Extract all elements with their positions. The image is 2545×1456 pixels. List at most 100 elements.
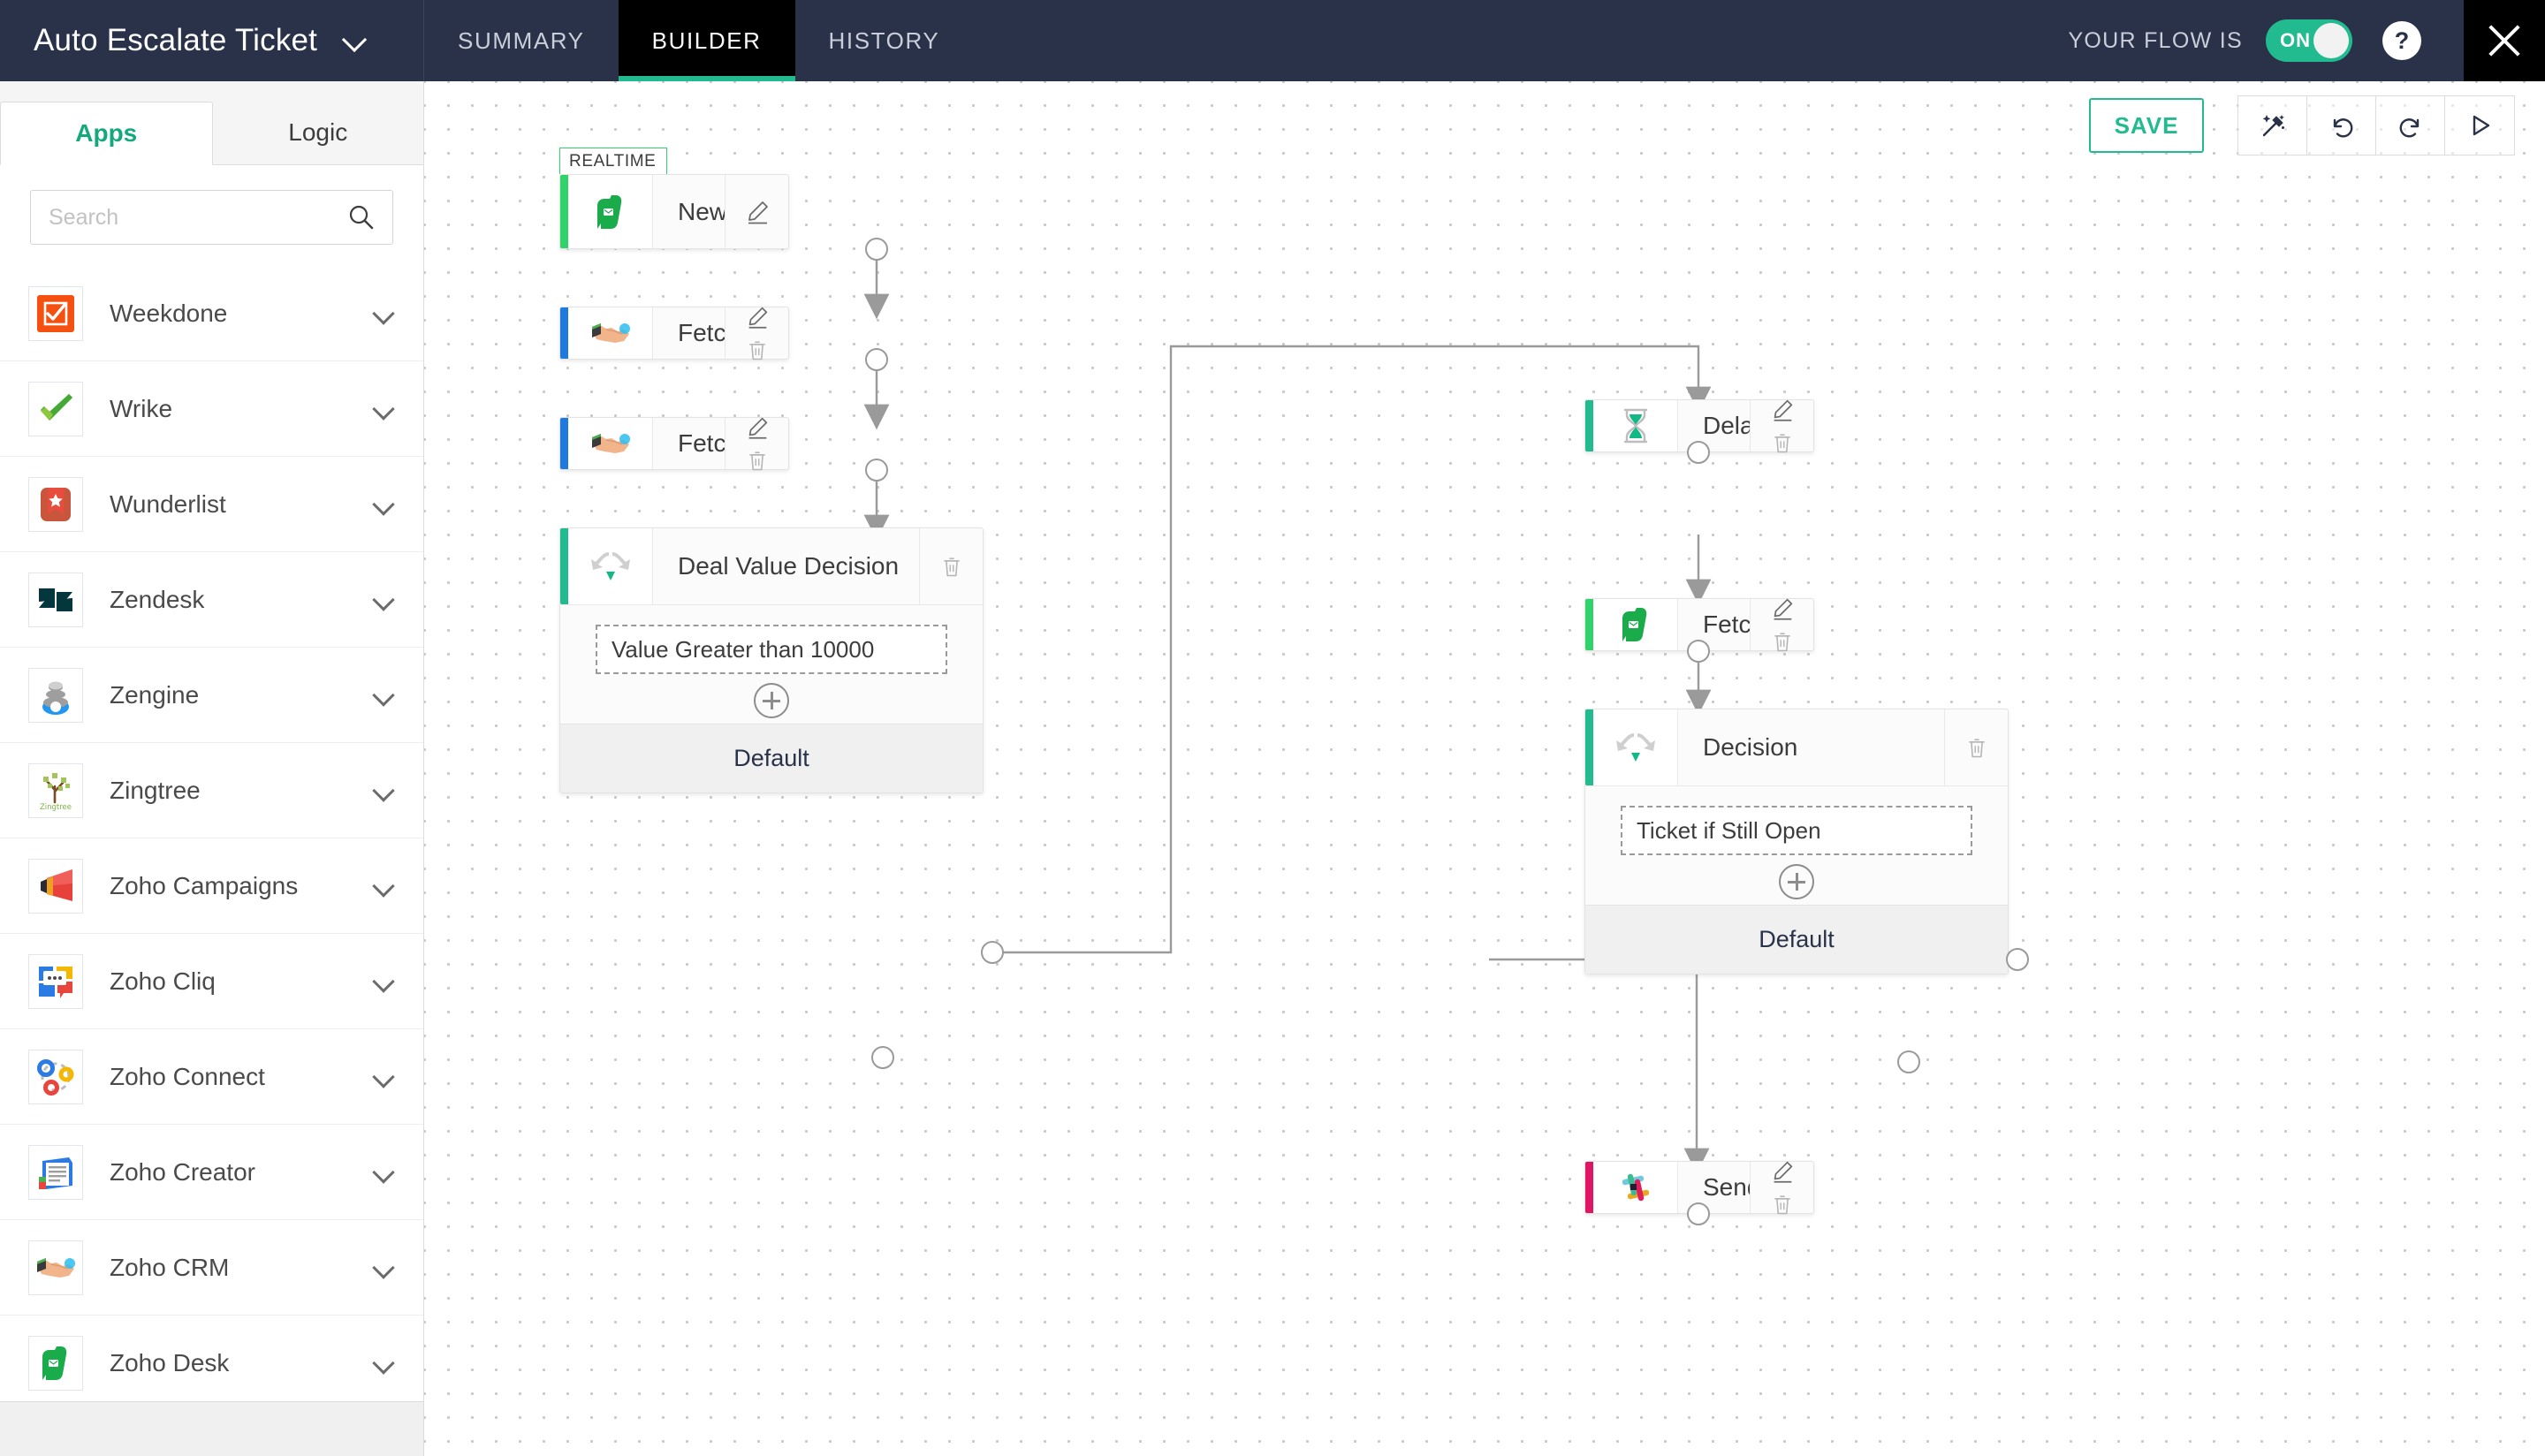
edit-icon[interactable] (1762, 595, 1803, 622)
tab-builder[interactable]: BUILDER (618, 0, 795, 81)
decision-default-branch[interactable]: Default (1585, 905, 2008, 974)
node-actions (725, 304, 788, 362)
delete-icon[interactable] (737, 448, 778, 473)
sidebar-item-wunderlist[interactable]: Wunderlist (0, 457, 423, 552)
flow-canvas[interactable]: SAVE REALTIME New Fetc Fetc Deal Value D… (424, 81, 2545, 1456)
delete-icon[interactable] (737, 337, 778, 362)
decision-default-branch[interactable]: Default (560, 724, 983, 792)
save-button[interactable]: SAVE (2089, 98, 2204, 153)
chevron-down-icon[interactable] (344, 29, 367, 52)
sidebar-item-label: Zoho Desk (110, 1348, 230, 1376)
delete-icon[interactable] (1956, 728, 1997, 767)
test-run-icon[interactable] (2445, 96, 2514, 155)
zoho-cliq-icon (28, 953, 83, 1009)
delete-icon[interactable] (1762, 430, 1803, 455)
sidebar-item-label: Zoho Campaigns (110, 871, 299, 899)
redo-icon[interactable] (2376, 96, 2445, 155)
sidebar-item-zoho-campaigns[interactable]: Zoho Campaigns (0, 838, 423, 934)
edit-icon[interactable] (737, 193, 778, 231)
flow-on-off-toggle[interactable]: ON (2266, 19, 2352, 62)
chevron-down-icon[interactable] (374, 972, 393, 991)
tab-summary[interactable]: SUMMARY (424, 0, 619, 81)
node-accent-bar (1585, 1162, 1593, 1213)
sidebar-tab-apps[interactable]: Apps (0, 102, 213, 165)
hourglass-icon (1593, 400, 1678, 451)
flow-title-container[interactable]: Auto Escalate Ticket (0, 0, 424, 81)
node-output-port[interactable] (1687, 640, 1710, 663)
edit-icon[interactable] (737, 304, 778, 330)
chevron-down-icon[interactable] (374, 1067, 393, 1087)
node-accent-bar (560, 175, 568, 248)
magic-wand-icon[interactable] (2238, 96, 2307, 155)
flow-node-fetch-deal[interactable]: Fetch Deal from CRM (559, 417, 789, 471)
node-actions (1750, 598, 1813, 652)
zoho-creator-icon (28, 1144, 83, 1200)
delete-icon[interactable] (931, 547, 972, 586)
edit-icon[interactable] (1762, 397, 1803, 423)
node-actions (725, 417, 788, 471)
add-condition-button[interactable] (754, 683, 789, 718)
sidebar-item-zoho-desk[interactable]: Zoho Desk (0, 1316, 423, 1411)
search-input[interactable] (49, 204, 348, 231)
condition-chip[interactable]: Ticket if Still Open (1621, 806, 1972, 855)
sidebar-item-label: Zoho Creator (110, 1157, 255, 1186)
search-icon[interactable] (348, 204, 375, 231)
flow-node-ticket-decision[interactable]: Decision Ticket if Still Open Default (1584, 709, 2009, 974)
toggle-state-label: ON (2280, 29, 2311, 51)
add-condition-button[interactable] (1779, 864, 1814, 899)
condition-output-port[interactable] (2006, 948, 2029, 971)
zoho-crm-icon (568, 418, 653, 469)
chevron-down-icon[interactable] (374, 1258, 393, 1278)
canvas-tool-group (2237, 95, 2515, 155)
node-output-port[interactable] (865, 459, 888, 482)
undo-icon[interactable] (2307, 96, 2376, 155)
sidebar-item-weekdone[interactable]: Weekdone (0, 266, 423, 361)
sidebar-item-zoho-creator[interactable]: Zoho Creator (0, 1125, 423, 1220)
flow-node-deal-value-decision[interactable]: Deal Value Decision Value Greater than 1… (559, 527, 984, 793)
default-output-port[interactable] (1897, 1050, 1920, 1073)
top-bar: Auto Escalate Ticket SUMMARY BUILDER HIS… (0, 0, 2545, 81)
search-box[interactable] (30, 190, 393, 245)
default-output-port[interactable] (871, 1046, 894, 1069)
sidebar-item-zingtree[interactable]: Zingtree Zingtree (0, 743, 423, 838)
delete-icon[interactable] (1762, 1192, 1803, 1217)
condition-output-port[interactable] (981, 941, 1004, 964)
chevron-down-icon[interactable] (374, 781, 393, 800)
sidebar-tab-logic[interactable]: Logic (213, 101, 424, 164)
sidebar-item-zoho-cliq[interactable]: Zoho Cliq (0, 934, 423, 1029)
flow-node-fetch-contact[interactable]: Fetch Contact from CRM (559, 307, 789, 360)
node-label: Deal Value Decision (678, 552, 900, 580)
chevron-down-icon[interactable] (374, 1163, 393, 1182)
flow-node-trigger[interactable]: REALTIME New Ticket Created in ... (559, 148, 789, 249)
weekdone-icon (28, 285, 83, 341)
sidebar-item-wrike[interactable]: Wrike (0, 361, 423, 457)
node-label: Fetch Contact from CRM (678, 319, 725, 346)
condition-chip[interactable]: Value Greater than 10000 (596, 625, 947, 674)
sidebar-item-zoho-crm[interactable]: Zoho CRM (0, 1220, 423, 1316)
sidebar-item-label: Zingtree (110, 776, 201, 804)
chevron-down-icon[interactable] (374, 876, 393, 896)
sidebar-item-zendesk[interactable]: Zendesk (0, 552, 423, 648)
chevron-down-icon[interactable] (374, 399, 393, 419)
close-button[interactable] (2464, 0, 2545, 81)
node-output-port[interactable] (1687, 1202, 1710, 1225)
edit-icon[interactable] (1762, 1158, 1803, 1185)
chevron-down-icon[interactable] (374, 686, 393, 705)
chevron-down-icon[interactable] (374, 590, 393, 610)
node-label: New Ticket Created in ... (678, 197, 725, 225)
chevron-down-icon[interactable] (374, 1354, 393, 1373)
sidebar-item-zoho-connect[interactable]: Zoho Connect (0, 1029, 423, 1125)
node-output-port[interactable] (865, 238, 888, 261)
edit-icon[interactable] (737, 414, 778, 441)
node-accent-bar (1585, 400, 1593, 451)
node-output-port[interactable] (865, 348, 888, 371)
chevron-down-icon[interactable] (374, 495, 393, 514)
chevron-down-icon[interactable] (374, 304, 393, 323)
node-output-port[interactable] (1687, 441, 1710, 464)
zoho-campaigns-icon (28, 858, 83, 914)
delete-icon[interactable] (1762, 629, 1803, 654)
sidebar-item-zengine[interactable]: Zengine (0, 648, 423, 743)
tab-history[interactable]: HISTORY (795, 0, 974, 81)
sidebar-item-label: Zendesk (110, 585, 205, 613)
help-icon[interactable]: ? (2382, 21, 2421, 60)
